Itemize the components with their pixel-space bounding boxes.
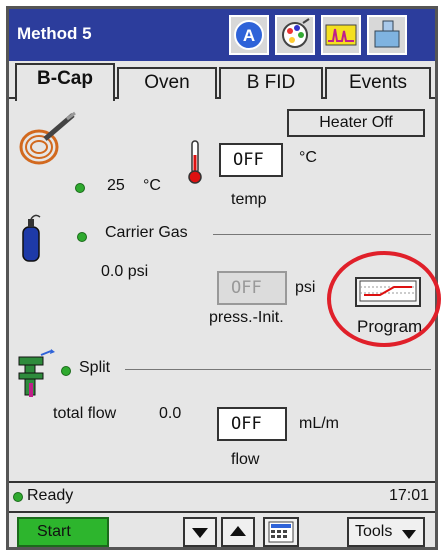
carrier-divider — [213, 234, 431, 235]
chromatogram-icon — [325, 24, 357, 46]
svg-text:A: A — [243, 26, 255, 45]
temp-setpoint-label: temp — [231, 191, 267, 208]
tab-events[interactable]: Events — [325, 67, 431, 99]
carrier-status-dot — [77, 232, 87, 242]
split-status-dot — [61, 366, 71, 376]
split-divider — [125, 369, 431, 370]
keypad-button[interactable] — [263, 517, 299, 547]
temp-setpoint-unit: °C — [299, 149, 317, 166]
tab-bar: B-Cap Oven B FID Events — [9, 61, 435, 101]
tab-b-fid[interactable]: B FID — [219, 67, 323, 99]
method-title: Method 5 — [17, 24, 92, 43]
carrier-actual-value: 0.0 psi — [101, 263, 149, 280]
b-cap-panel: Heater Off 25 °C OFF °C temp Carrier Gas… — [9, 99, 441, 481]
instrument-a-icon: A — [234, 20, 264, 50]
title-bar: Method 5 A — [9, 9, 435, 61]
sampler-button[interactable] — [367, 15, 407, 55]
total-flow-label: total flow — [53, 405, 117, 422]
arrow-down-icon — [192, 528, 208, 538]
tab-oven[interactable]: Oven — [117, 67, 217, 99]
pressure-program-icon — [359, 280, 417, 302]
program-button[interactable] — [355, 277, 421, 307]
sampler-icon — [374, 20, 400, 48]
flow-setpoint-label: flow — [231, 451, 260, 468]
status-bar: Ready 17:01 — [9, 481, 435, 511]
colorwheel-button[interactable] — [275, 15, 315, 55]
heater-off-button[interactable]: Heater Off — [287, 109, 425, 137]
tab-b-cap[interactable]: B-Cap — [15, 63, 115, 101]
colorwheel-icon — [282, 18, 310, 48]
bottom-toolbar: Start Tools — [9, 511, 435, 547]
flow-setpoint-input[interactable]: OFF — [217, 407, 287, 441]
scroll-up-button[interactable] — [221, 517, 255, 547]
flow-setpoint-unit: mL/m — [299, 415, 339, 432]
heater-status-dot — [75, 183, 85, 193]
split-valve-icon — [18, 349, 55, 397]
tools-menu-button[interactable]: Tools — [347, 517, 425, 547]
program-label: Program — [357, 317, 423, 336]
pressure-setpoint-unit: psi — [295, 279, 316, 296]
pressure-setpoint-label: press.-Init. — [209, 309, 284, 326]
arrow-up-icon — [230, 526, 246, 536]
instrument-a-button[interactable]: A — [229, 15, 269, 55]
ready-status-dot — [13, 492, 23, 502]
app-window: Method 5 A B-Cap Oven B FID Events Heate… — [6, 6, 441, 550]
pressure-setpoint-input[interactable]: OFF — [217, 271, 287, 305]
gas-cylinder-icon — [22, 214, 41, 262]
thermometer-icon — [188, 140, 202, 184]
split-label: Split — [79, 359, 111, 376]
heater-actual-value: 25 — [107, 177, 125, 194]
total-flow-value: 0.0 — [159, 405, 182, 422]
tools-label: Tools — [355, 523, 393, 540]
chevron-down-icon — [402, 530, 416, 539]
start-button[interactable]: Start — [17, 517, 109, 547]
temp-setpoint-input[interactable]: OFF — [219, 143, 283, 177]
keypad-icon — [268, 521, 294, 543]
status-time: 17:01 — [389, 487, 430, 504]
column-icon — [19, 111, 76, 165]
status-text: Ready — [27, 487, 74, 504]
chromatogram-button[interactable] — [321, 15, 361, 55]
heater-actual-unit: °C — [143, 177, 161, 194]
scroll-down-button[interactable] — [183, 517, 217, 547]
carrier-gas-label: Carrier Gas — [105, 224, 188, 241]
